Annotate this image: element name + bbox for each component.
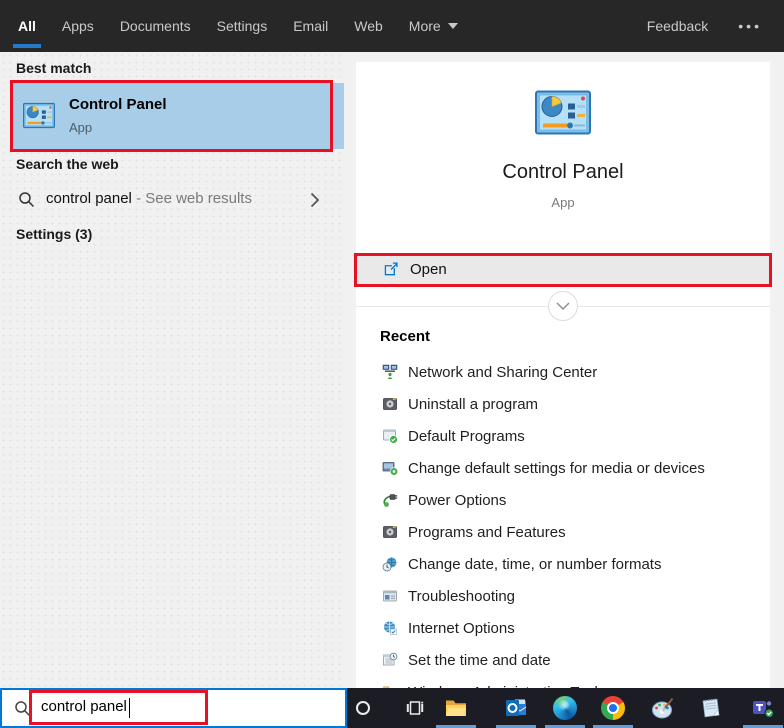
media-devices-icon (382, 462, 398, 476)
recent-list: Network and Sharing Center Uninstall a p… (356, 356, 770, 688)
windows-search-flyout: All Apps Documents Settings Email Web Mo… (0, 0, 784, 728)
recent-item[interactable]: Change date, time, or number formats (356, 548, 770, 580)
recent-item-label: Uninstall a program (408, 395, 539, 413)
date-time-format-icon (382, 557, 397, 572)
notepad-icon[interactable] (699, 696, 723, 720)
recent-item-label: Power Options (408, 491, 507, 509)
settings-group-header: Settings (3) (16, 226, 93, 242)
taskbar-search-input[interactable]: control panel (0, 688, 347, 728)
best-match-texts: Control Panel App (69, 95, 167, 135)
recent-item[interactable]: Change default settings for media or dev… (356, 452, 770, 484)
web-result-text: control panel - See web results (46, 190, 252, 207)
text-cursor (128, 698, 131, 718)
recent-item[interactable]: Power Options (356, 484, 770, 516)
chrome-icon[interactable] (601, 696, 625, 720)
taskbar (347, 688, 784, 728)
recent-item-label: Change default settings for media or dev… (408, 459, 705, 477)
recent-item[interactable]: Network and Sharing Center (356, 356, 770, 388)
collapse-preview-button[interactable] (548, 291, 578, 321)
paint-icon[interactable] (651, 696, 675, 720)
file-explorer-icon[interactable] (444, 696, 468, 720)
search-icon (15, 701, 31, 717)
feedback-button[interactable]: Feedback (647, 18, 708, 34)
best-match-header: Best match (16, 60, 92, 76)
search-web-header: Search the web (16, 156, 119, 172)
search-results-body: Best match Control Panel App Search the … (0, 52, 784, 688)
outlook-icon[interactable] (504, 696, 528, 720)
recent-item-label: Network and Sharing Center (408, 363, 598, 381)
preview-app-subtitle: App (551, 195, 575, 210)
power-options-icon (383, 494, 398, 507)
teams-icon[interactable] (751, 696, 775, 720)
uninstall-program-icon (383, 398, 397, 410)
filter-tabs: All Apps Documents Settings Email Web Mo… (0, 0, 484, 52)
tab-web[interactable]: Web (354, 0, 383, 52)
control-panel-icon (535, 90, 591, 135)
troubleshooting-icon (383, 590, 397, 602)
tab-more[interactable]: More (409, 0, 458, 52)
search-icon (19, 192, 35, 208)
results-panel: Best match Control Panel App Search the … (0, 52, 344, 688)
control-panel-icon (23, 102, 55, 129)
open-command[interactable]: Open (356, 254, 770, 285)
best-match-subtitle: App (69, 120, 93, 135)
recent-item[interactable]: Troubleshooting (356, 580, 770, 612)
recent-item-label: Set the time and date (408, 651, 551, 669)
recent-item[interactable]: Internet Options (356, 612, 770, 644)
tab-documents[interactable]: Documents (120, 0, 191, 52)
programs-features-icon (383, 526, 397, 538)
search-input-value: control panel (41, 698, 127, 715)
search-header-bar: All Apps Documents Settings Email Web Mo… (0, 0, 784, 52)
overflow-menu-button[interactable]: ••• (738, 18, 762, 34)
recent-item[interactable]: Default Programs (356, 420, 770, 452)
internet-options-icon (384, 621, 397, 635)
preview-app-title: Control Panel (502, 161, 624, 183)
header-right-group: Feedback ••• (647, 18, 784, 34)
recent-item-label: Troubleshooting (408, 587, 516, 605)
tab-settings[interactable]: Settings (217, 0, 268, 52)
recent-item[interactable]: Windows Administrative Tools (356, 676, 770, 688)
edge-icon[interactable] (553, 696, 577, 720)
recent-item-label: Internet Options (408, 619, 515, 637)
best-match-title: Control Panel (69, 96, 167, 113)
chevron-down-icon (447, 23, 458, 29)
recent-item[interactable]: Set the time and date (356, 644, 770, 676)
chevron-down-icon (556, 301, 570, 310)
recent-item[interactable]: Uninstall a program (356, 388, 770, 420)
task-view-icon[interactable] (406, 699, 424, 717)
tab-apps[interactable]: Apps (62, 0, 94, 52)
recent-header: Recent (380, 328, 431, 345)
recent-item-label: Programs and Features (408, 523, 566, 541)
recent-item[interactable]: Programs and Features (356, 516, 770, 548)
web-result-suffix-text: - See web results (136, 190, 252, 207)
default-programs-icon (383, 429, 398, 444)
open-command-label: Open (410, 261, 447, 278)
best-match-result[interactable]: Control Panel App (13, 83, 344, 149)
set-time-date-icon (383, 652, 398, 666)
web-result-query: control panel (46, 190, 132, 207)
web-search-result[interactable]: control panel - See web results (0, 182, 344, 218)
network-sharing-icon (382, 364, 398, 379)
tab-email[interactable]: Email (293, 0, 328, 52)
tab-all[interactable]: All (13, 0, 41, 52)
preview-panel: Control Panel App Open Recent Network an… (356, 62, 770, 688)
tab-more-label: More (408, 18, 441, 34)
cortana-icon[interactable] (356, 701, 370, 715)
recent-item-label: Change date, time, or number formats (408, 555, 662, 573)
chevron-right-icon[interactable] (310, 192, 320, 208)
open-external-icon (384, 262, 398, 276)
recent-item-label: Default Programs (408, 427, 525, 445)
